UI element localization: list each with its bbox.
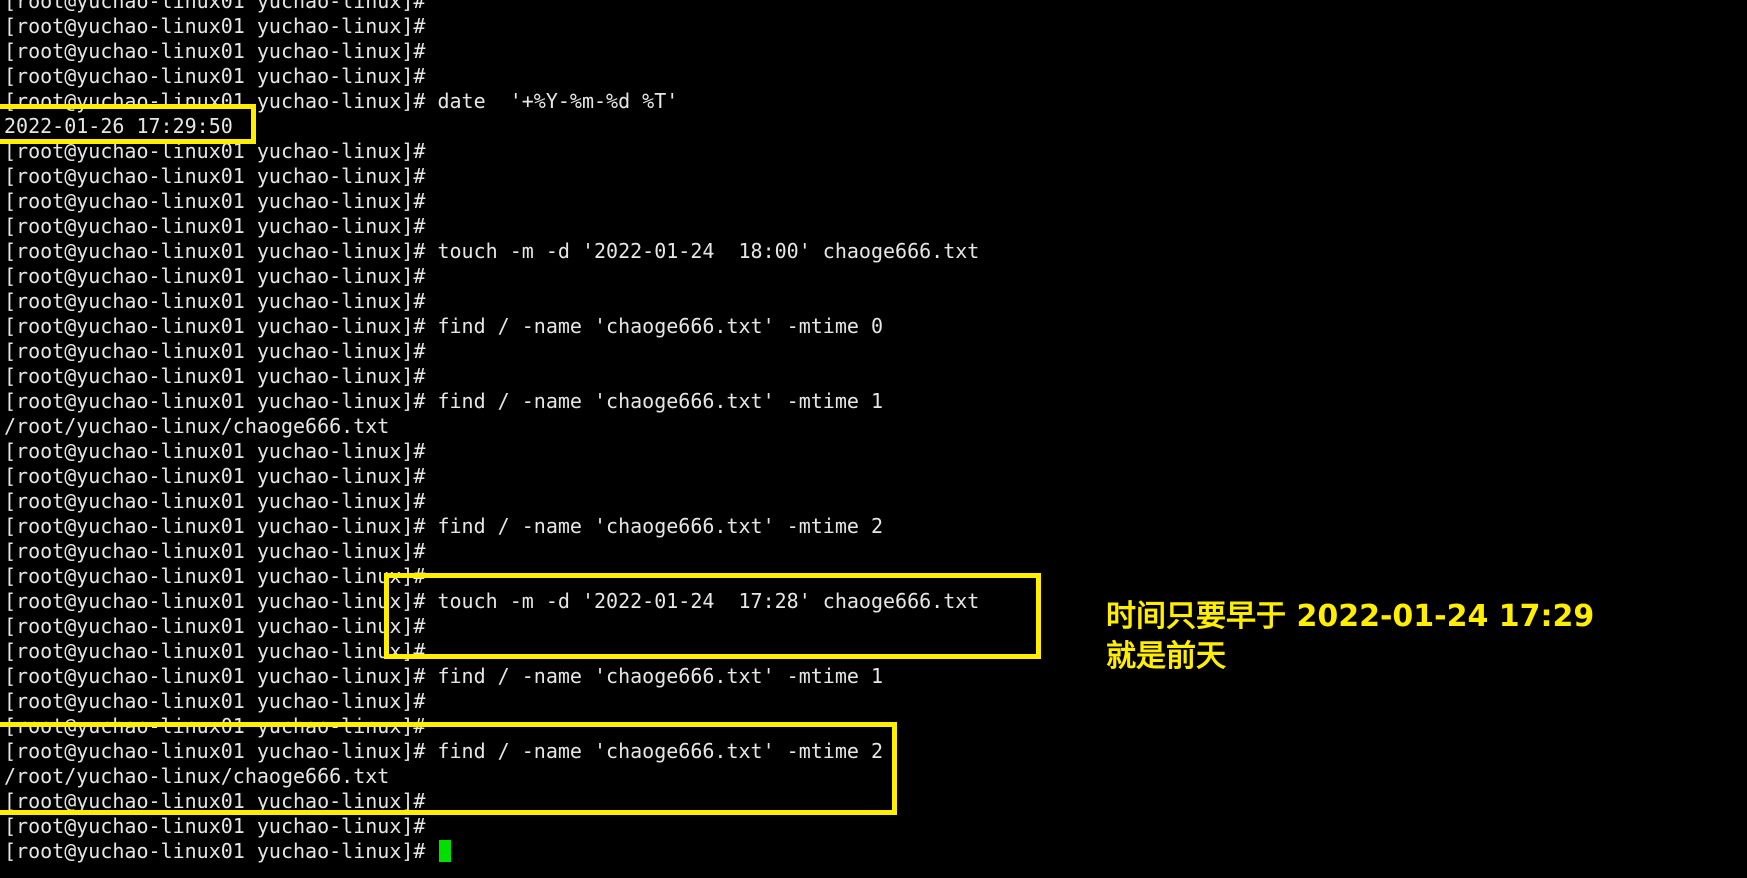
terminal-line: [root@yuchao-linux01 yuchao-linux]# <box>4 39 426 63</box>
terminal-line: [root@yuchao-linux01 yuchao-linux]# <box>4 164 426 188</box>
terminal-line: [root@yuchao-linux01 yuchao-linux]# <box>4 439 426 463</box>
terminal-line: [root@yuchao-linux01 yuchao-linux]# find… <box>4 664 883 688</box>
terminal-line: [root@yuchao-linux01 yuchao-linux]# <box>4 814 426 838</box>
terminal-line: [root@yuchao-linux01 yuchao-linux]# <box>4 214 426 238</box>
terminal-line: [root@yuchao-linux01 yuchao-linux]# find… <box>4 514 883 538</box>
terminal-line: [root@yuchao-linux01 yuchao-linux]# <box>4 64 426 88</box>
terminal-line: [root@yuchao-linux01 yuchao-linux]# find… <box>4 389 883 413</box>
terminal-line: [root@yuchao-linux01 yuchao-linux]# touc… <box>4 239 980 263</box>
terminal-line: [root@yuchao-linux01 yuchao-linux]# <box>4 364 426 388</box>
terminal-line: [root@yuchao-linux01 yuchao-linux]# <box>4 839 979 864</box>
annotation-line-1: 时间只要早于 2022-01-24 17:29 <box>1106 599 1595 634</box>
terminal-window[interactable]: [root@yuchao-linux01 yuchao-linux]# [root… <box>0 0 1747 878</box>
terminal-line: [root@yuchao-linux01 yuchao-linux]# <box>4 464 426 488</box>
terminal-line: [root@yuchao-linux01 yuchao-linux]# <box>4 264 426 288</box>
terminal-line: [root@yuchao-linux01 yuchao-linux]# <box>4 489 426 513</box>
terminal-line: /root/yuchao-linux/chaoge666.txt <box>4 414 390 438</box>
terminal-line: [root@yuchao-linux01 yuchao-linux]# <box>4 14 426 38</box>
find-mtime2-result-highlight <box>0 722 897 815</box>
terminal-line: [root@yuchao-linux01 yuchao-linux]# <box>4 289 426 313</box>
annotation-note: 时间只要早于 2022-01-24 17:29 就是前天 <box>1106 597 1594 677</box>
cursor-block <box>439 840 452 862</box>
terminal-line: [root@yuchao-linux01 yuchao-linux]# <box>4 189 426 213</box>
terminal-line: [root@yuchao-linux01 yuchao-linux]# find… <box>4 314 883 338</box>
terminal-line: [root@yuchao-linux01 yuchao-linux]# <box>4 539 426 563</box>
terminal-line: [root@yuchao-linux01 yuchao-linux]# <box>4 0 426 13</box>
annotation-line-2: 就是前天 <box>1106 639 1226 674</box>
terminal-line: [root@yuchao-linux01 yuchao-linux]# <box>4 339 426 363</box>
terminal-line: [root@yuchao-linux01 yuchao-linux]# <box>4 689 426 713</box>
date-output-highlight <box>0 104 256 144</box>
touch-1728-highlight <box>384 573 1041 659</box>
